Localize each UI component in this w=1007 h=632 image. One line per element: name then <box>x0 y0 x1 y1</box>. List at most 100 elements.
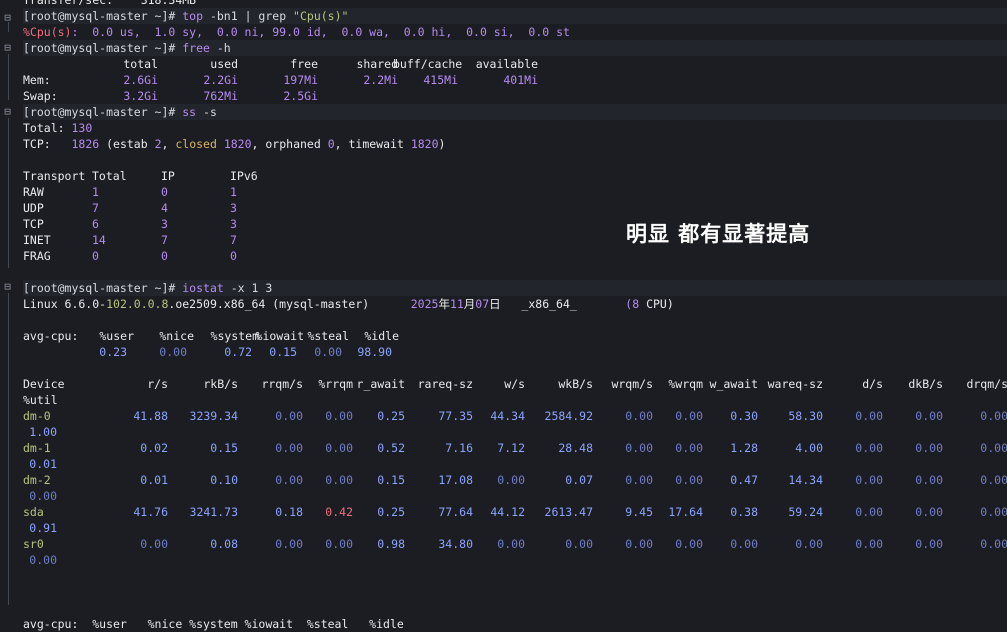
system-info: CPU) <box>639 297 674 311</box>
ss-tcp-detail: (estab <box>99 137 155 151</box>
cell-value: 44.12 <box>490 505 525 519</box>
column-header: %user <box>99 329 134 343</box>
column-header: %nice <box>159 329 194 343</box>
ss-tcp-detail: 2 <box>154 137 162 151</box>
cell-value: 14.34 <box>788 473 823 487</box>
system-info: (8 <box>625 297 640 311</box>
column-header: %steal <box>307 329 349 343</box>
cell-value: 762Mi <box>203 89 238 103</box>
column-header: wkB/s <box>558 377 593 391</box>
cell-value: 1 <box>230 185 237 199</box>
ss-tcp-detail: 1820 <box>216 137 252 151</box>
column-header: rareq-sz <box>417 377 473 391</box>
fold-toggle-icon[interactable]: ⊟ <box>2 106 13 117</box>
output-line-cut: Transfer/sec: 318.34MB <box>23 0 1007 8</box>
row-label: FRAG <box>23 249 51 263</box>
row-label: Swap: <box>23 89 58 103</box>
cell-value: 0.00 <box>855 505 883 519</box>
ss-tcp-detail: , <box>161 137 176 151</box>
cell-value: 0 <box>161 249 168 263</box>
cell-value: 77.35 <box>438 409 473 423</box>
cell-value: 0.00 <box>980 473 1007 487</box>
cell-value: 0.00 <box>325 409 353 423</box>
cell-value: 0.00 <box>855 409 883 423</box>
column-header: w_await <box>709 377 758 391</box>
column-header: d/s <box>862 377 883 391</box>
terminal-output[interactable]: Transfer/sec: 318.34MB [root@mysql-master… <box>23 0 1007 632</box>
cell-value: 0.02 <box>140 441 168 455</box>
cell-value: 0.00 <box>915 537 943 551</box>
cell-value: 0.00 <box>980 409 1007 423</box>
command-line: [root@mysql-master ~]# top -bn1 | grep "… <box>23 8 1007 24</box>
ss-tcp-detail: closed <box>175 137 217 151</box>
row-label: TCP <box>23 217 44 231</box>
util-value: 0.00 <box>29 553 57 567</box>
cell-value: 1 <box>92 185 99 199</box>
cell-value: 0.15 <box>269 345 297 359</box>
cell-value: 3 <box>230 201 237 215</box>
cell-value: 0.00 <box>159 345 187 359</box>
cell-value: 0.00 <box>140 537 168 551</box>
cell-value: 0.00 <box>675 441 703 455</box>
device-name: sda <box>23 505 44 519</box>
row-label: INET <box>23 233 51 247</box>
system-info: 2025 <box>410 297 439 311</box>
fold-toggle-icon[interactable]: ⊟ <box>2 42 13 53</box>
command-name: ss <box>182 105 197 119</box>
cell-value: 58.30 <box>788 409 823 423</box>
fold-toggle-icon[interactable]: ⊟ <box>2 12 13 23</box>
system-info: 102.0.0.8 <box>106 297 169 311</box>
cell-value: 0.00 <box>497 473 525 487</box>
cell-value: 28.48 <box>558 441 593 455</box>
system-info: Linux 6.6.0- <box>23 297 107 311</box>
ss-tcp-value: 1826 <box>71 137 100 151</box>
column-header: IPv6 <box>230 169 258 183</box>
cell-value: 98.90 <box>357 345 392 359</box>
cell-value: 17.64 <box>668 505 703 519</box>
cell-value: 41.88 <box>133 409 168 423</box>
column-header: available <box>475 57 538 71</box>
ss-tcp-detail: , timewait <box>334 137 411 151</box>
cell-value: 0.42 <box>325 505 353 519</box>
ss-row: RAW 1 0 1 <box>23 184 1007 200</box>
column-header: r/s <box>147 377 168 391</box>
cell-value: 0.00 <box>980 441 1007 455</box>
cell-value: 0.00 <box>675 473 703 487</box>
cell-value: 0.15 <box>210 441 238 455</box>
cell-value: 7 <box>161 233 168 247</box>
cell-value: 0.30 <box>730 409 758 423</box>
cell-value: 0.00 <box>915 473 943 487</box>
cell-value: 2613.47 <box>544 505 593 519</box>
command-line: [root@mysql-master ~]# iostat -x 1 3 <box>23 280 1007 296</box>
output-line-cut: avg-cpu: %user %nice %system %iowait %st… <box>23 616 1007 632</box>
column-header: drqm/s <box>966 377 1007 391</box>
device-name: sr0 <box>23 537 44 551</box>
ss-row: TCP 6 3 3 <box>23 216 1007 232</box>
device-util-row: 0.91 <box>23 520 1007 536</box>
command-name: iostat <box>182 281 224 295</box>
cell-value: 4.00 <box>795 441 823 455</box>
device-name: dm-2 <box>23 473 51 487</box>
ss-header-row: Transport Total IP IPv6 <box>23 168 1007 184</box>
fold-toggle-icon[interactable]: ⊟ <box>2 281 13 292</box>
ss-tcp-label: TCP: <box>23 137 72 151</box>
cell-value: 0.00 <box>730 537 758 551</box>
column-header: dkB/s <box>908 377 943 391</box>
cell-value: 2.2Gi <box>203 73 238 87</box>
cell-value: 0.00 <box>675 537 703 551</box>
command-string-arg: "Cpu(s)" <box>293 9 349 23</box>
cell-value: 0.00 <box>325 473 353 487</box>
cell-value: 0.00 <box>497 537 525 551</box>
column-header: free <box>290 57 318 71</box>
output-text: Transfer/sec: 318.34MB <box>23 0 197 7</box>
cell-value: 0.23 <box>99 345 127 359</box>
row-label: UDP <box>23 201 44 215</box>
column-header: %wrqm <box>668 377 703 391</box>
command-args: -h <box>209 41 231 55</box>
command-args: -s <box>196 105 217 119</box>
cell-value: 0.07 <box>565 473 593 487</box>
cell-value: 0.00 <box>915 409 943 423</box>
system-info: 年 <box>438 297 450 311</box>
row-label: Mem: <box>23 73 51 87</box>
